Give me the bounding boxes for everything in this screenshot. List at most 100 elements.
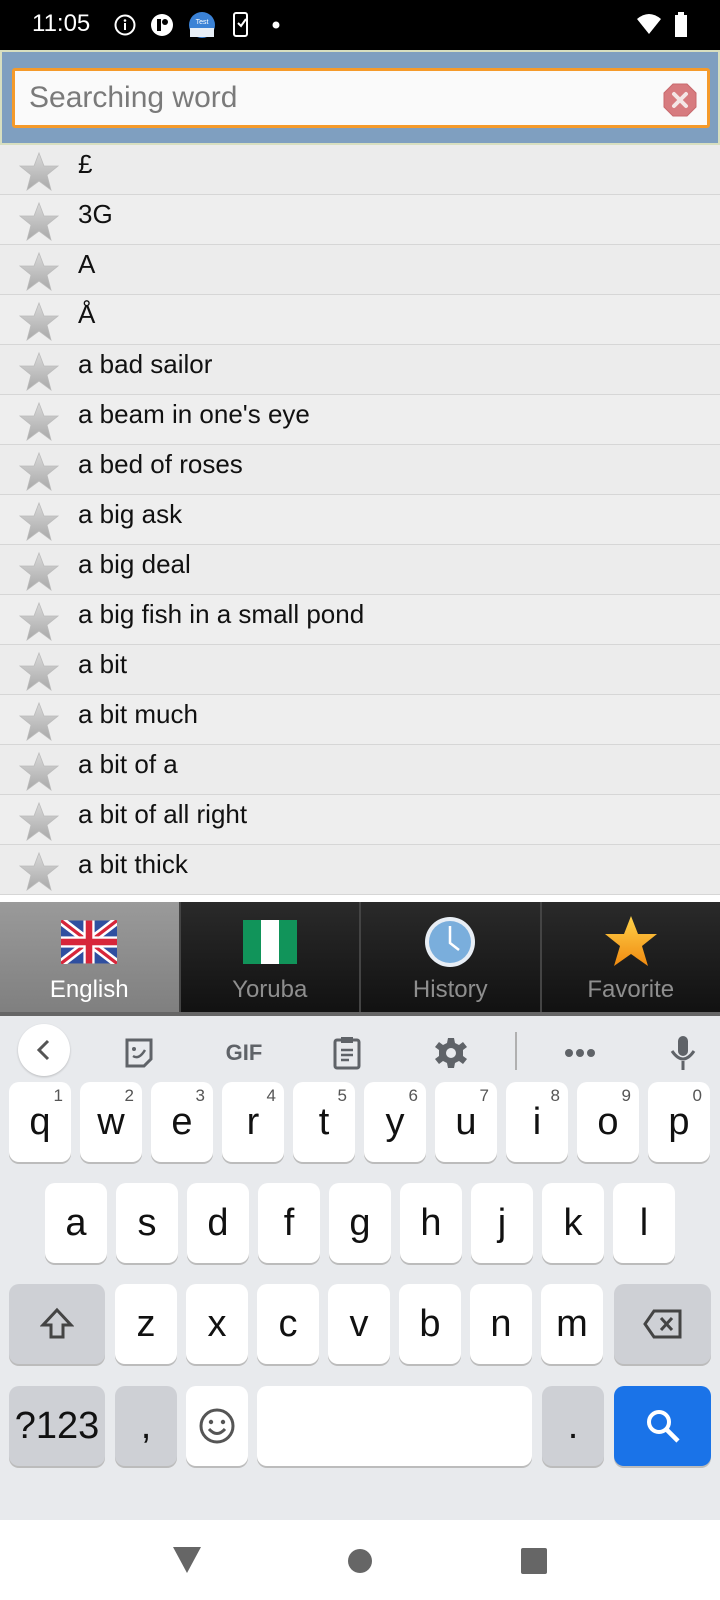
word-list-item[interactable]: a bit of all right bbox=[0, 795, 720, 845]
word-list-item[interactable]: a bit much bbox=[0, 695, 720, 745]
key-y[interactable]: y6 bbox=[364, 1082, 426, 1162]
key-r[interactable]: r4 bbox=[222, 1082, 284, 1162]
key-label: z bbox=[136, 1302, 156, 1345]
word-text: Å bbox=[78, 299, 96, 329]
voice-input-button[interactable] bbox=[658, 1028, 708, 1078]
word-list-item[interactable]: a bit bbox=[0, 645, 720, 695]
word-list-item[interactable]: a big deal bbox=[0, 545, 720, 595]
word-text: a bit thick bbox=[78, 849, 188, 879]
key-x[interactable]: x bbox=[186, 1284, 248, 1364]
word-list-item[interactable]: a beam in one's eye bbox=[0, 395, 720, 445]
word-text: a big ask bbox=[78, 499, 183, 529]
tab-english[interactable]: English bbox=[0, 902, 181, 1014]
backspace-key[interactable] bbox=[614, 1284, 711, 1364]
key-i[interactable]: i8 bbox=[506, 1082, 568, 1162]
key-k[interactable]: k bbox=[542, 1183, 604, 1263]
clipboard-button[interactable] bbox=[322, 1028, 372, 1078]
word-list-item[interactable]: a big fish in a small pond bbox=[0, 595, 720, 645]
word-list-item[interactable]: a bad sailor bbox=[0, 345, 720, 395]
bottom-tab-bar: English Yoruba History Favorite bbox=[0, 902, 720, 1014]
key-label: h bbox=[420, 1201, 442, 1244]
tab-yoruba[interactable]: Yoruba bbox=[180, 902, 361, 1014]
favorite-star-icon[interactable] bbox=[18, 201, 60, 243]
favorite-star-icon[interactable] bbox=[18, 401, 60, 443]
favorite-star-icon[interactable] bbox=[18, 301, 60, 343]
favorite-star-icon[interactable] bbox=[18, 851, 60, 893]
key-l[interactable]: l bbox=[613, 1183, 675, 1263]
word-text: a beam in one's eye bbox=[78, 399, 310, 429]
favorite-star-icon[interactable] bbox=[18, 751, 60, 793]
word-text: £ bbox=[78, 149, 93, 179]
key-t[interactable]: t5 bbox=[293, 1082, 355, 1162]
space-key[interactable] bbox=[257, 1386, 532, 1466]
recents-square-icon[interactable] bbox=[520, 1547, 548, 1575]
favorite-star-icon[interactable] bbox=[18, 501, 60, 543]
word-list-item[interactable]: Å bbox=[0, 295, 720, 345]
favorite-star-icon[interactable] bbox=[18, 651, 60, 693]
key-label: l bbox=[639, 1201, 649, 1244]
favorite-star-icon[interactable] bbox=[18, 451, 60, 493]
key-label: q bbox=[29, 1100, 51, 1143]
key-n[interactable]: n bbox=[470, 1284, 532, 1364]
symbols-key[interactable]: ?123 bbox=[9, 1386, 105, 1466]
key-z[interactable]: z bbox=[115, 1284, 177, 1364]
gear-icon bbox=[435, 1038, 467, 1068]
favorite-star-icon[interactable] bbox=[18, 251, 60, 293]
gif-button[interactable]: GIF bbox=[216, 1028, 272, 1078]
key-label: b bbox=[419, 1302, 441, 1345]
favorite-star-icon[interactable] bbox=[18, 701, 60, 743]
key-u[interactable]: u7 bbox=[435, 1082, 497, 1162]
keyboard-back-button[interactable] bbox=[18, 1024, 70, 1076]
key-q[interactable]: q1 bbox=[9, 1082, 71, 1162]
key-c[interactable]: c bbox=[257, 1284, 319, 1364]
word-list-item[interactable]: a bed of roses bbox=[0, 445, 720, 495]
keyboard: GIF q1w2e3r4t5y6u7i8o9 p 0 a s d f g h j… bbox=[0, 1016, 720, 1520]
tab-label: Favorite bbox=[587, 976, 675, 1003]
key-g[interactable]: g bbox=[329, 1183, 391, 1263]
word-list-item[interactable]: 3G bbox=[0, 195, 720, 245]
key-h[interactable]: h bbox=[400, 1183, 462, 1263]
word-list-item[interactable]: a bit of a bbox=[0, 745, 720, 795]
clear-icon[interactable] bbox=[663, 83, 697, 117]
word-list-item[interactable]: a big ask bbox=[0, 495, 720, 545]
key-o[interactable]: o9 bbox=[577, 1082, 639, 1162]
tab-label: History bbox=[412, 976, 488, 1003]
favorite-star-icon[interactable] bbox=[18, 351, 60, 393]
word-list-item[interactable]: A bbox=[0, 245, 720, 295]
back-triangle-icon[interactable] bbox=[172, 1546, 202, 1574]
favorite-star-icon[interactable] bbox=[18, 551, 60, 593]
svg-text:Test: Test bbox=[196, 19, 209, 26]
key-m[interactable]: m bbox=[541, 1284, 603, 1364]
favorite-star-icon[interactable] bbox=[18, 801, 60, 843]
search-key[interactable] bbox=[614, 1386, 711, 1466]
key-d[interactable]: d bbox=[187, 1183, 249, 1263]
key-w[interactable]: w2 bbox=[80, 1082, 142, 1162]
comma-key[interactable]: , bbox=[115, 1386, 177, 1466]
search-input[interactable] bbox=[29, 71, 639, 125]
tab-history[interactable]: History bbox=[361, 902, 542, 1014]
key-v[interactable]: v bbox=[328, 1284, 390, 1364]
shift-key[interactable] bbox=[9, 1284, 105, 1364]
key-e[interactable]: e3 bbox=[151, 1082, 213, 1162]
period-key[interactable]: . bbox=[542, 1386, 604, 1466]
word-list-item[interactable]: £ bbox=[0, 145, 720, 195]
more-button[interactable] bbox=[555, 1028, 605, 1078]
key-p[interactable]: p0 bbox=[648, 1082, 710, 1162]
key-s[interactable]: s bbox=[116, 1183, 178, 1263]
key-j[interactable]: j bbox=[471, 1183, 533, 1263]
word-list-item[interactable]: a bit thick bbox=[0, 845, 720, 895]
key-b[interactable]: b bbox=[399, 1284, 461, 1364]
star-icon bbox=[604, 916, 657, 966]
favorite-star-icon[interactable] bbox=[18, 601, 60, 643]
settings-button[interactable] bbox=[426, 1028, 476, 1078]
status-bar: 11:05 Test bbox=[0, 0, 720, 50]
emoji-key[interactable] bbox=[186, 1386, 248, 1466]
word-list[interactable]: £3G A Åa bad sailor a beam in one's eye a be… bbox=[0, 145, 720, 895]
search-bar bbox=[0, 50, 720, 145]
favorite-star-icon[interactable] bbox=[18, 151, 60, 193]
tab-favorite[interactable]: Favorite bbox=[541, 902, 720, 1014]
sticker-button[interactable] bbox=[114, 1028, 164, 1078]
key-f[interactable]: f bbox=[258, 1183, 320, 1263]
home-circle-icon[interactable] bbox=[347, 1548, 373, 1574]
key-a[interactable]: a bbox=[45, 1183, 107, 1263]
